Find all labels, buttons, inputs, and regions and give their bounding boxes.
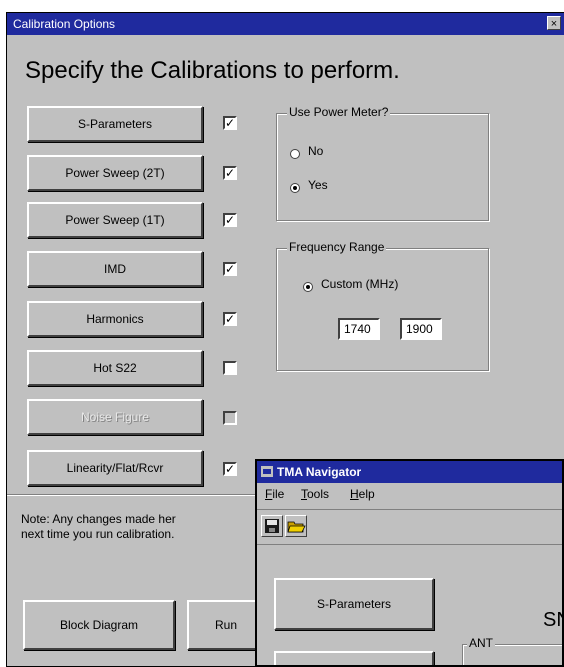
s-parameters-checkbox[interactable]: ✓	[223, 116, 237, 130]
harmonics-button[interactable]: Harmonics	[27, 301, 203, 337]
s-parameters-button[interactable]: S-Parameters	[27, 106, 203, 142]
note-line-1: Note: Any changes made her	[21, 512, 176, 526]
power-sweep-1t-button[interactable]: Power Sweep (1T)	[27, 202, 203, 238]
open-folder-icon	[287, 521, 306, 533]
custom-mhz-radio[interactable]	[303, 282, 313, 292]
navigator-button-2[interactable]	[274, 651, 434, 665]
page-title: Specify the Calibrations to perform.	[25, 57, 400, 84]
hot-s22-checkbox[interactable]	[223, 361, 237, 375]
note-text: Note: Any changes made her next time you…	[21, 512, 271, 542]
ant-legend: ANT	[467, 636, 495, 650]
note-line-2: next time you run calibration.	[21, 527, 175, 541]
start-frequency-input[interactable]: 1740	[338, 318, 380, 340]
menu-bar: File Tools Help	[257, 485, 562, 503]
power-sweep-1t-checkbox[interactable]: ✓	[223, 213, 237, 227]
navigator-title-bar: TMA Navigator	[257, 461, 562, 483]
frequency-range-legend: Frequency Range	[287, 240, 387, 254]
navigator-heading: SN	[543, 609, 562, 631]
toolbar	[257, 509, 562, 545]
menu-file[interactable]: File	[265, 487, 284, 501]
app-icon	[261, 466, 273, 477]
power-meter-group: Use Power Meter? No Yes	[276, 105, 489, 221]
power-meter-no-radio[interactable]	[290, 149, 300, 159]
noise-figure-button: Noise Figure	[27, 399, 203, 435]
harmonics-checkbox[interactable]: ✓	[223, 312, 237, 326]
save-button[interactable]	[261, 515, 283, 537]
menu-help[interactable]: Help	[350, 487, 375, 501]
linearity-flat-rcvr-checkbox[interactable]: ✓	[223, 462, 237, 476]
imd-checkbox[interactable]: ✓	[223, 262, 237, 276]
noise-figure-checkbox	[223, 411, 237, 425]
linearity-flat-rcvr-button[interactable]: Linearity/Flat/Rcvr	[27, 450, 203, 486]
custom-mhz-label[interactable]: Custom (MHz)	[321, 277, 398, 291]
save-icon	[265, 519, 279, 533]
power-meter-yes-radio[interactable]	[290, 183, 300, 193]
hot-s22-button[interactable]: Hot S22	[27, 350, 203, 386]
tma-navigator-window: TMA Navigator File Tools Help S-Paramete…	[255, 459, 564, 667]
frequency-range-group: Frequency Range Custom (MHz) 1740 1900	[276, 240, 489, 371]
imd-button[interactable]: IMD	[27, 251, 203, 287]
power-meter-legend: Use Power Meter?	[287, 105, 391, 119]
navigator-s-parameters-button[interactable]: S-Parameters	[274, 578, 434, 630]
power-sweep-2t-button[interactable]: Power Sweep (2T)	[27, 155, 203, 191]
window-title: Calibration Options	[13, 17, 116, 31]
title-bar: Calibration Options ×	[7, 13, 564, 35]
power-meter-yes-label[interactable]: Yes	[308, 178, 328, 192]
navigator-title: TMA Navigator	[277, 465, 362, 479]
menu-tools[interactable]: Tools	[301, 487, 329, 501]
stop-frequency-input[interactable]: 1900	[400, 318, 442, 340]
ant-group: ANT	[462, 636, 562, 665]
close-button[interactable]: ×	[547, 16, 561, 30]
block-diagram-button[interactable]: Block Diagram	[23, 600, 175, 650]
open-button[interactable]	[285, 515, 307, 537]
power-meter-no-label[interactable]: No	[308, 144, 323, 158]
power-sweep-2t-checkbox[interactable]: ✓	[223, 166, 237, 180]
